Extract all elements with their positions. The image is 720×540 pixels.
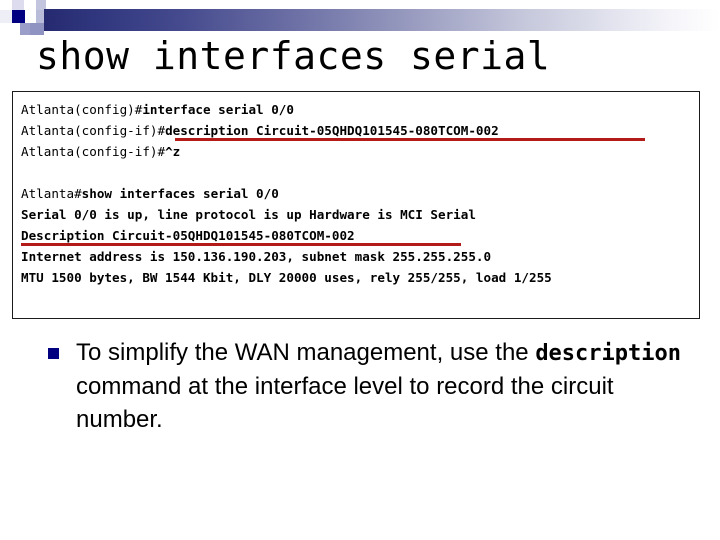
terminal-lines: Atlanta(config)#interface serial 0/0 Atla… (13, 92, 699, 288)
line-mtu: MTU 1500 bytes, BW 1544 Kbit, DLY 20000 … (21, 267, 699, 288)
line-config-if-exit-segment-1: ^z (165, 144, 181, 159)
line-show-interfaces-segment-0: Atlanta# (21, 186, 82, 201)
line-internet-address-segment-0: Internet address is 150.136.190.203, sub… (21, 249, 492, 264)
terminal-output-box: Atlanta(config)#interface serial 0/0 Atla… (12, 91, 700, 319)
page-title: show interfaces serial (36, 34, 551, 78)
bullet-marker-icon (48, 348, 59, 359)
line-show-interfaces-segment-1: show interfaces serial 0/0 (81, 186, 279, 201)
line-internet-address: Internet address is 150.136.190.203, sub… (21, 246, 699, 267)
line-description-output: Description Circuit-05QHDQ101545-080TCOM… (21, 225, 699, 246)
decor-square-4 (0, 10, 12, 23)
line-config-if-exit-segment-0: Atlanta(config-if)# (21, 144, 166, 159)
line-mtu-segment-0: MTU 1500 bytes, BW 1544 Kbit, DLY 20000 … (21, 270, 552, 285)
line-show-interfaces: Atlanta#show interfaces serial 0/0 (21, 183, 699, 204)
line-config-if-exit: Atlanta(config-if)#^z (21, 141, 699, 162)
decor-square-11 (20, 23, 30, 35)
line-config-interface-segment-1: interface serial 0/0 (142, 102, 294, 117)
bullet-text: To simplify the WAN management, use the … (76, 336, 684, 436)
bullet-paragraph: To simplify the WAN management, use the … (44, 336, 684, 436)
line-description-output-segment-0: Description Circuit-05QHDQ101545-080TCOM… (21, 228, 355, 243)
decor-square-8 (0, 23, 12, 35)
decor-square-5 (12, 10, 25, 23)
decor-square-6 (25, 10, 36, 23)
bullet-text-after: command at the interface level to record… (76, 373, 614, 433)
header-gradient-bar (44, 9, 720, 31)
line-config-interface: Atlanta(config)#interface serial 0/0 (21, 99, 699, 120)
line-config-if-description-segment-0: Atlanta(config-if)# (21, 123, 166, 138)
bullet-command-keyword: description (535, 341, 682, 366)
bullet-text-before: To simplify the WAN management, use the (76, 339, 536, 366)
line-blank (21, 162, 699, 183)
line-config-if-description: Atlanta(config-if)#description Circuit-0… (21, 120, 699, 141)
line-serial-status: Serial 0/0 is up, line protocol is up Ha… (21, 204, 699, 225)
line-config-if-description-segment-1: description Circuit-05QHDQ101545-080TCOM… (165, 123, 499, 138)
line-serial-status-segment-0: Serial 0/0 is up, line protocol is up Ha… (21, 207, 476, 222)
header-decoration (0, 0, 720, 36)
line-config-interface-segment-0: Atlanta(config)# (21, 102, 143, 117)
